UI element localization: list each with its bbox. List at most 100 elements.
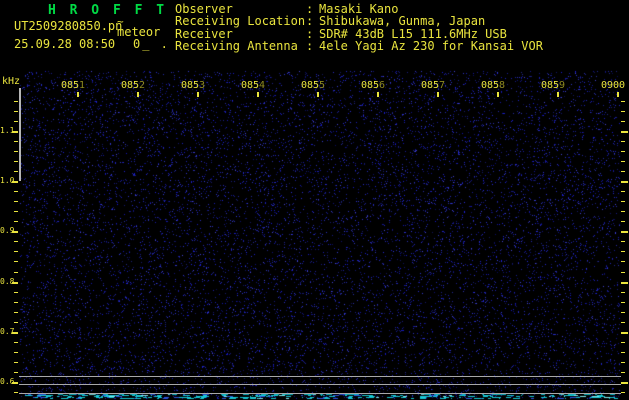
capture-datetime: 25.09.28 08:50	[14, 37, 116, 51]
freq-minor-tick-left	[14, 362, 18, 363]
freq-major-tick-right	[621, 131, 628, 133]
freq-minor-tick-right	[621, 121, 625, 122]
info-label: Receiving Location	[175, 14, 306, 29]
time-sub-tick	[497, 92, 499, 97]
time-sub-tick	[557, 92, 559, 97]
hrofft-screen: H R O F F T UT2509280850.pn ~ meteor 25.…	[0, 0, 629, 400]
freq-minor-tick-right	[621, 211, 625, 212]
freq-minor-tick-left	[14, 161, 18, 162]
info-separator: :	[306, 39, 314, 54]
app-title: H R O F F T	[48, 3, 168, 18]
freq-minor-tick-left	[14, 292, 18, 293]
freq-major-tick-right	[621, 181, 628, 183]
time-tick-label: 0853	[180, 80, 206, 91]
time-sub-tick	[197, 92, 199, 97]
freq-minor-tick-right	[621, 161, 625, 162]
start-artifact-line	[19, 88, 21, 181]
freq-minor-tick-right	[621, 101, 625, 102]
time-label-dim-digit: 1	[79, 80, 86, 91]
freq-minor-tick-left	[14, 272, 18, 273]
time-label-bright-part: 085	[60, 80, 80, 91]
time-label-dim-digit: 4	[259, 80, 266, 91]
info-row: Receiving Antenna:4ele Yagi Az 230 for K…	[175, 39, 543, 54]
freq-minor-tick-left	[14, 121, 18, 122]
freq-minor-tick-right	[621, 191, 625, 192]
carrier-line	[19, 376, 621, 377]
time-label-bright-part: 085	[240, 80, 260, 91]
time-label-bright-part: 085	[120, 80, 140, 91]
freq-tick-label: 0.9	[0, 226, 15, 235]
time-tick-label: 0852	[120, 80, 146, 91]
time-label-dim-digit: 7	[439, 80, 446, 91]
freq-minor-tick-left	[14, 392, 18, 393]
receiver-info-block: Observer: Masaki Kano Receiving Location: S…	[175, 3, 543, 53]
time-label-bright-part: 085	[360, 80, 380, 91]
freq-minor-tick-right	[621, 352, 625, 353]
freq-minor-tick-left	[14, 111, 18, 112]
time-label-dim-digit: 2	[139, 80, 146, 91]
info-value: 4ele Yagi Az 230 for Kansai VOR	[319, 39, 543, 54]
freq-minor-tick-left	[14, 101, 18, 102]
freq-minor-tick-right	[621, 292, 625, 293]
info-value: Shibukawa, Gunma, Japan	[319, 14, 486, 29]
freq-tick-label: 0.7	[0, 327, 15, 336]
freq-tick-label: 0.6	[0, 377, 15, 386]
time-tick-label: 0855	[300, 80, 326, 91]
freq-minor-tick-left	[14, 342, 18, 343]
freq-minor-tick-left	[14, 221, 18, 222]
freq-minor-tick-right	[621, 151, 625, 152]
freq-minor-tick-right	[621, 372, 625, 373]
time-sub-tick	[377, 92, 379, 97]
carrier-line	[19, 384, 621, 385]
info-separator: :	[306, 14, 314, 29]
time-sub-tick	[437, 92, 439, 97]
freq-minor-tick-left	[14, 141, 18, 142]
freq-minor-tick-left	[14, 201, 18, 202]
freq-minor-tick-left	[14, 312, 18, 313]
freq-major-tick-right	[621, 332, 628, 334]
freq-major-tick-right	[621, 382, 628, 384]
freq-minor-tick-right	[621, 272, 625, 273]
carrier-line	[19, 393, 621, 394]
freq-tick-label: 0.8	[0, 277, 15, 286]
freq-minor-tick-right	[621, 251, 625, 252]
freq-minor-tick-left	[14, 241, 18, 242]
freq-minor-tick-right	[621, 141, 625, 142]
freq-minor-tick-left	[14, 151, 18, 152]
capture-filename: UT2509280850.pn	[14, 19, 123, 33]
freq-minor-tick-right	[621, 201, 625, 202]
time-tick-label: 0856	[360, 80, 386, 91]
freq-major-tick-right	[621, 282, 628, 284]
time-label-dim-digit: 5	[319, 80, 326, 91]
freq-minor-tick-right	[621, 392, 625, 393]
time-tick-label: 0854	[240, 80, 266, 91]
time-sub-tick	[77, 92, 79, 97]
freq-minor-tick-right	[621, 312, 625, 313]
time-tick-label: 0858	[480, 80, 506, 91]
time-label-dim-digit: 6	[379, 80, 386, 91]
freq-minor-tick-right	[621, 171, 625, 172]
freq-minor-tick-right	[621, 362, 625, 363]
count-indicator: 0_ .	[133, 37, 170, 51]
freq-minor-tick-right	[621, 221, 625, 222]
time-label-bright-part: 085	[180, 80, 200, 91]
time-label-bright-part: 085	[420, 80, 440, 91]
time-label-dim-digit: 9	[559, 80, 566, 91]
freq-major-tick-right	[621, 231, 628, 233]
freq-tick-label: 1.0	[0, 176, 15, 185]
freq-minor-tick-right	[621, 261, 625, 262]
freq-minor-tick-right	[621, 241, 625, 242]
freq-minor-tick-right	[621, 322, 625, 323]
freq-minor-tick-right	[621, 342, 625, 343]
time-tick-label: 0900	[600, 80, 626, 91]
time-label-bright-part: 085	[480, 80, 500, 91]
freq-minor-tick-left	[14, 352, 18, 353]
time-label-dim-digit: 8	[499, 80, 506, 91]
time-sub-tick	[617, 92, 619, 97]
freq-minor-tick-left	[14, 322, 18, 323]
freq-minor-tick-left	[14, 261, 18, 262]
time-sub-tick	[137, 92, 139, 97]
freq-minor-tick-left	[14, 191, 18, 192]
freq-minor-tick-left	[14, 211, 18, 212]
time-tick-label: 0859	[540, 80, 566, 91]
